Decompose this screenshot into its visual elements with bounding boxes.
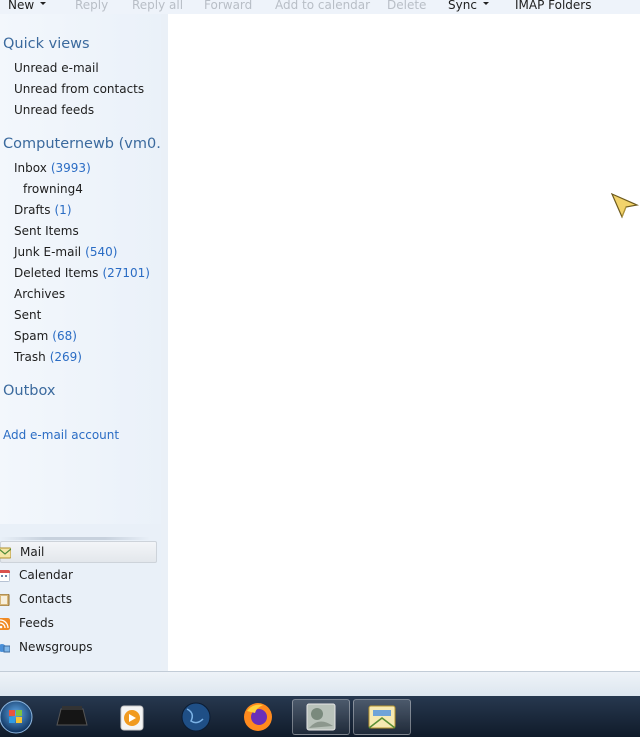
rss-feed-icon [0,618,10,630]
calendar-icon [0,570,10,582]
quick-view-unread-from-contacts[interactable]: Unread from contacts [14,82,144,96]
taskbar-app-globe-browser[interactable] [167,699,225,735]
folder-label: Archives [14,287,66,301]
folder-label: frowning4 [23,182,83,196]
unread-count: (1) [54,203,72,217]
nav-label: Mail [20,545,45,559]
unread-count: (3993) [50,161,91,175]
folder-label: Trash [14,350,46,364]
chevron-down-icon[interactable] [40,2,47,5]
status-bar [0,671,640,696]
add-to-calendar-button[interactable]: Add to calendar [275,0,370,13]
taskbar-app-windows-live-mail[interactable] [353,699,411,735]
firefox-icon [244,703,272,731]
taskbar-app-firefox[interactable] [229,699,287,735]
nav-mail[interactable]: Mail [0,541,157,563]
unread-count: (540) [85,245,118,259]
folder-spam[interactable]: Spam (68) [14,329,77,343]
folder-pane: Quick views Unread e-mail Unread from co… [0,14,170,524]
imap-folders-button[interactable]: IMAP Folders [515,0,592,13]
toolbar: New Reply Reply all Forward Add to calen… [0,0,640,14]
nav-label: Feeds [19,616,54,630]
sync-button[interactable]: Sync [448,0,489,13]
folder-label: Sent [14,308,42,322]
start-orb-icon[interactable] [0,697,38,735]
folder-label: Drafts [14,203,51,217]
folder-label: Junk E-mail [14,245,82,259]
media-player-icon [120,705,144,731]
folder-sent[interactable]: Sent [14,308,41,322]
nav-contacts[interactable]: Contacts [0,589,157,611]
reply-all-button[interactable]: Reply all [132,0,183,13]
mouse-cursor-icon [611,193,639,219]
add-email-account-link[interactable]: Add e-mail account [3,428,119,442]
newsgroups-icon [0,644,10,653]
folder-junk-email[interactable]: Junk E-mail (540) [14,245,117,259]
new-button[interactable]: New [8,0,47,13]
unread-count: (27101) [102,266,150,280]
unread-count: (68) [52,329,77,343]
quick-views-heading[interactable]: Quick views [3,36,90,52]
pane-splitter[interactable] [0,537,150,540]
sidebar: Quick views Unread e-mail Unread from co… [0,14,170,671]
nav-label: Newsgroups [19,640,93,654]
contacts-icon [0,594,10,606]
nav-label: Calendar [19,568,73,582]
reading-pane[interactable] [168,19,640,671]
forward-button[interactable]: Forward [204,0,252,13]
account-heading[interactable]: Computernewb (vm0... [3,136,170,152]
outbox-heading[interactable]: Outbox [3,383,56,399]
taskbar-app-desktop[interactable] [44,699,102,735]
chevron-down-icon[interactable] [482,2,489,5]
photo-app-icon [306,703,336,731]
reply-button[interactable]: Reply [75,0,108,13]
quick-view-unread-email[interactable]: Unread e-mail [14,61,99,75]
sync-label: Sync [448,0,477,12]
quick-view-unread-feeds[interactable]: Unread feeds [14,103,94,117]
folder-label: Sent Items [14,224,79,238]
folder-label: Spam [14,329,49,343]
globe-browser-icon [181,702,211,732]
folder-trash[interactable]: Trash (269) [14,350,82,364]
folder-label: Deleted Items [14,266,99,280]
nav-calendar[interactable]: Calendar [0,565,157,587]
mail-icon [0,547,11,559]
nav-newsgroups[interactable]: Newsgroups [0,637,157,659]
delete-button[interactable]: Delete [387,0,426,13]
folder-sent-items[interactable]: Sent Items [14,224,79,238]
nav-label: Contacts [19,592,72,606]
desktop-app-icon [56,706,88,726]
taskbar-app-photo[interactable] [292,699,350,735]
nav-feeds[interactable]: Feeds [0,613,157,635]
folder-drafts[interactable]: Drafts (1) [14,203,72,217]
folder-frowning4[interactable]: frowning4 [23,182,83,196]
new-label: New [8,0,35,12]
folder-deleted-items[interactable]: Deleted Items (27101) [14,266,150,280]
folder-archives[interactable]: Archives [14,287,65,301]
folder-label: Inbox [14,161,47,175]
taskbar-app-media-player[interactable] [104,699,162,735]
unread-count: (269) [49,350,82,364]
windows-live-mail-icon [368,705,396,729]
pane-divider[interactable] [161,14,168,671]
folder-inbox[interactable]: Inbox (3993) [14,161,91,175]
taskbar [0,696,640,737]
